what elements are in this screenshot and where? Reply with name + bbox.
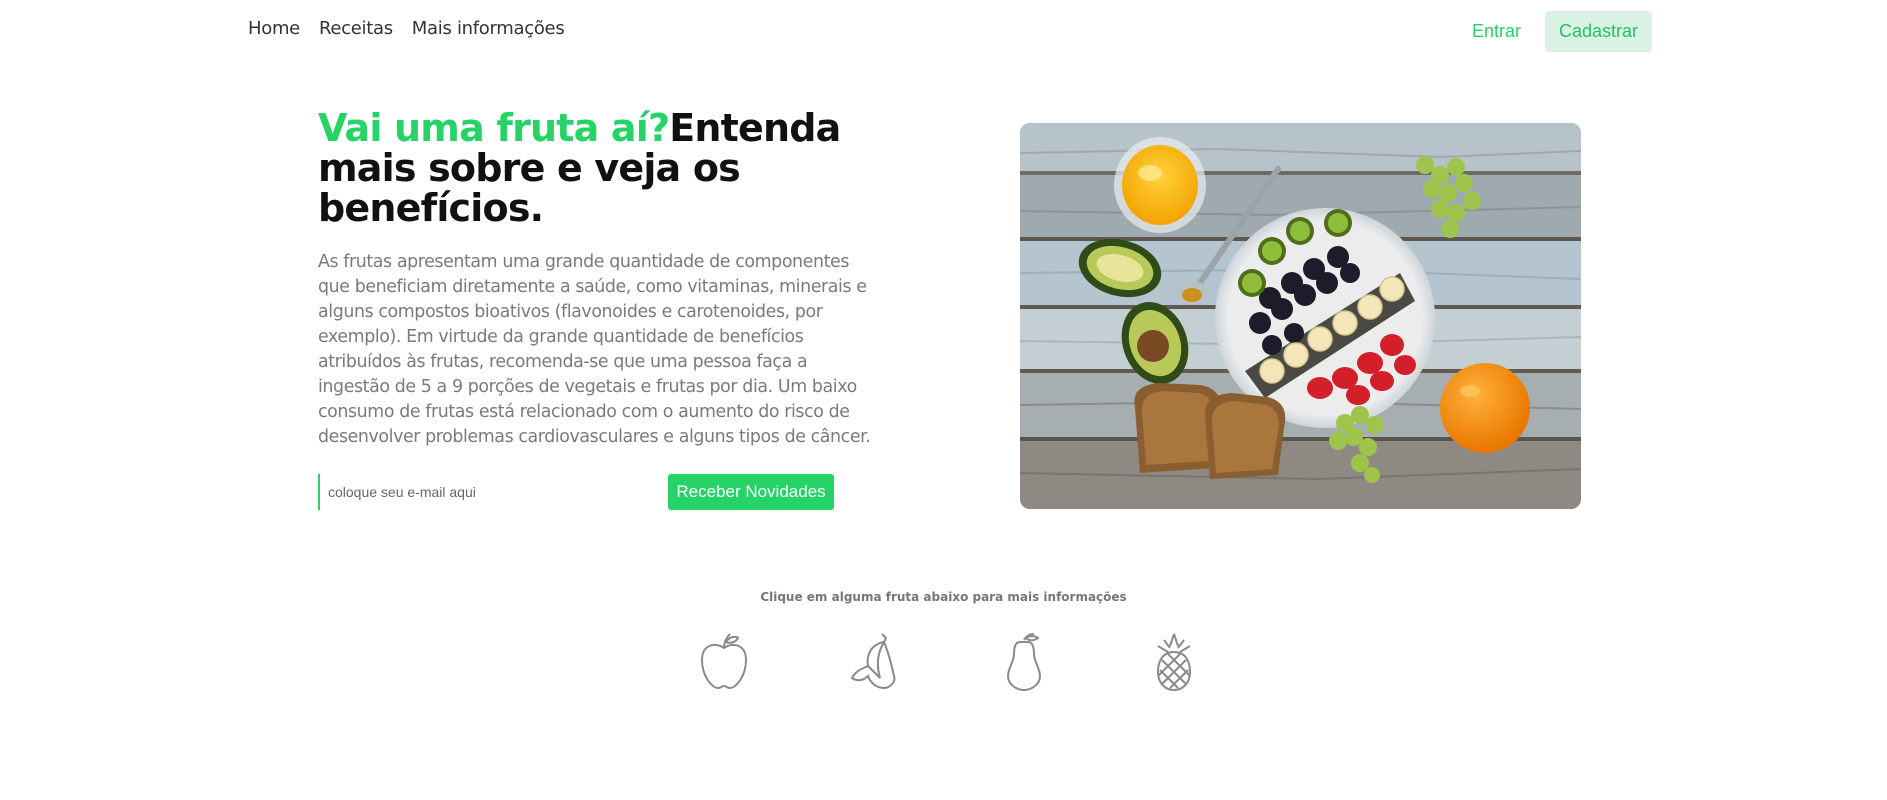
nav-link-receitas[interactable]: Receitas (319, 18, 393, 39)
hero-section: Vai uma fruta aí?Entenda mais sobre e ve… (318, 108, 878, 450)
nav-links: Home Receitas Mais informações (248, 18, 565, 39)
hero-title: Vai uma fruta aí?Entenda mais sobre e ve… (318, 108, 878, 228)
login-button[interactable]: Entrar (1460, 13, 1533, 50)
email-input[interactable] (318, 474, 658, 510)
apple-icon[interactable] (694, 632, 754, 692)
subscribe-button[interactable]: Receber Novidades (668, 474, 834, 510)
newsletter-form: Receber Novidades (318, 474, 834, 510)
navbar: Home Receitas Mais informações Entrar Ca… (0, 0, 1887, 62)
hero-description: As frutas apresentam uma grande quantida… (318, 252, 871, 447)
pear-icon[interactable] (994, 632, 1054, 692)
auth-buttons: Entrar Cadastrar (1460, 11, 1652, 52)
hero-title-accent: Vai uma fruta aí? (318, 106, 670, 150)
hero-fruit-photo (1020, 123, 1581, 509)
nav-link-mais-informacoes[interactable]: Mais informações (412, 18, 565, 39)
pineapple-icon[interactable] (1144, 632, 1204, 692)
signup-button[interactable]: Cadastrar (1544, 11, 1652, 52)
fruits-caption: Clique em alguma fruta abaixo para mais … (760, 590, 1127, 604)
banana-icon[interactable] (844, 632, 904, 692)
nav-link-home[interactable]: Home (248, 18, 300, 39)
